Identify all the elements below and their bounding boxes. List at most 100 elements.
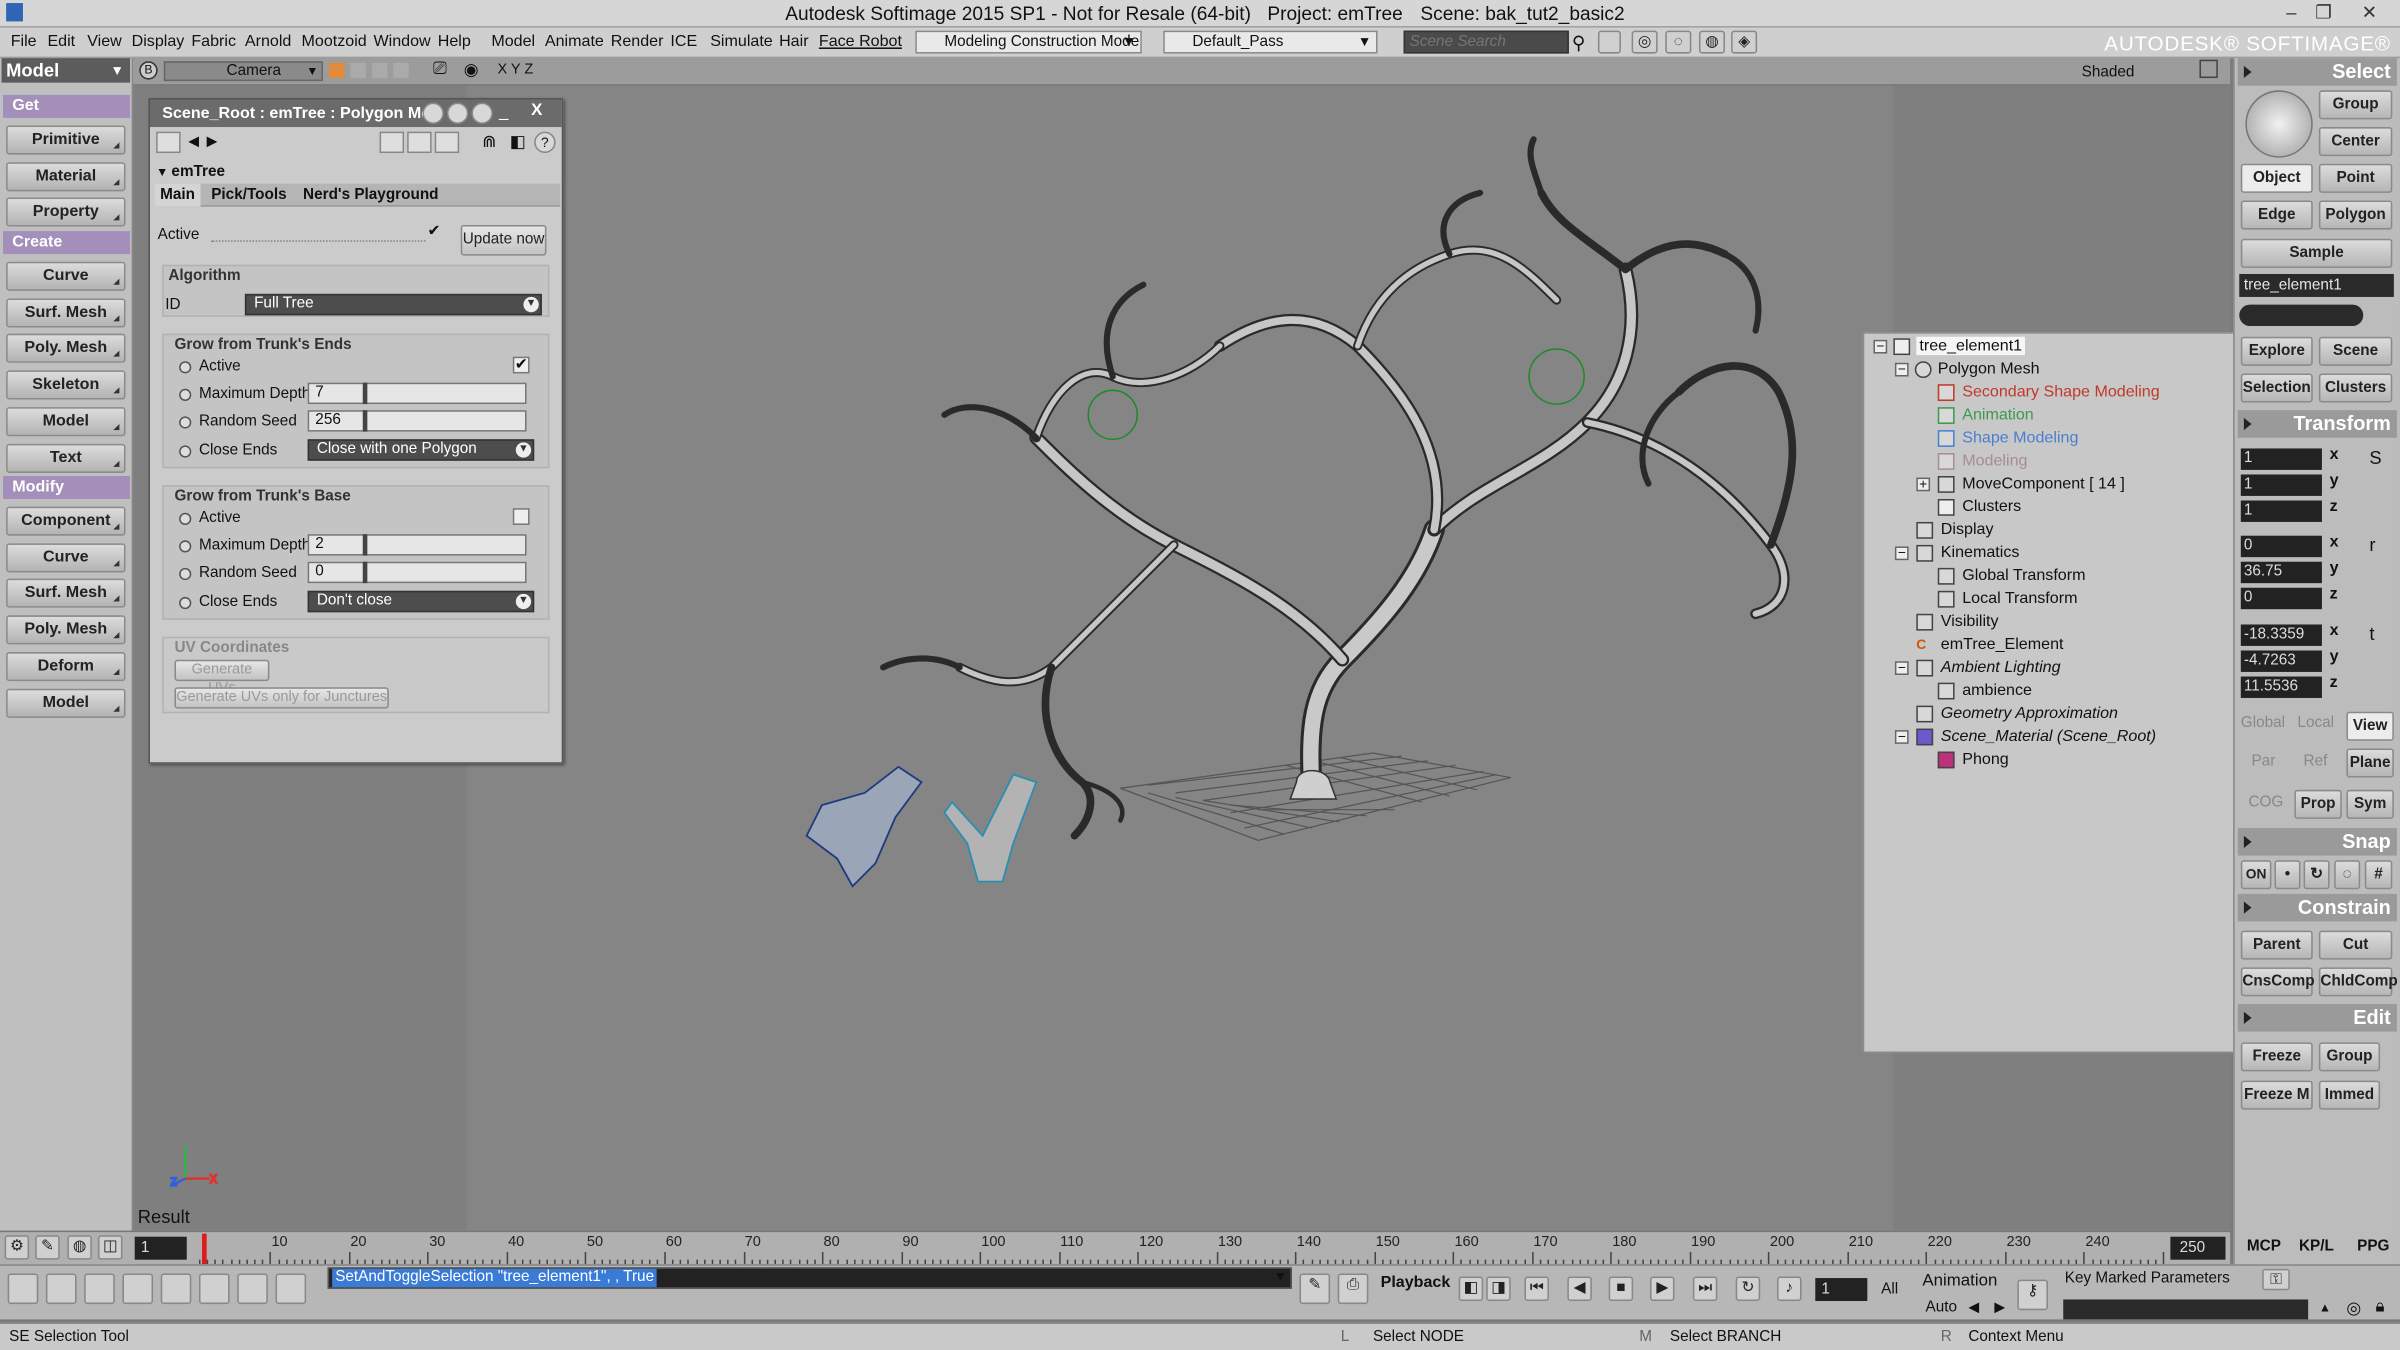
tree-node-label[interactable]: Kinematics	[1941, 543, 2020, 561]
preset-reset-icon[interactable]	[434, 131, 460, 154]
pass-select[interactable]: Default_Pass ▼	[1163, 30, 1378, 54]
tree-node-label[interactable]: MoveComponent [ 14 ]	[1962, 474, 2125, 492]
algorithm-id-select[interactable]: Full Tree ▼	[244, 293, 542, 316]
first-frame-icon[interactable]: ⏮	[1524, 1276, 1549, 1302]
search-options-icon[interactable]	[1597, 30, 1621, 54]
modify-surf-mesh-button[interactable]: Surf. Mesh	[6, 578, 126, 608]
select-arrow-icon[interactable]	[2245, 90, 2313, 158]
menu-hair[interactable]: Hair	[779, 32, 808, 50]
modify-component-button[interactable]: Component	[6, 506, 126, 536]
rotate-y-field[interactable]: 36.75	[2240, 561, 2322, 584]
layout-6-icon[interactable]	[198, 1273, 230, 1305]
trunk-base-max-depth-slider[interactable]: 2	[307, 534, 527, 556]
keying-icon[interactable]: ⋒	[482, 132, 496, 151]
menu-face-robot[interactable]: Face Robot	[819, 32, 902, 50]
layout-7-icon[interactable]	[237, 1273, 268, 1305]
constrain-header[interactable]: Constrain	[2237, 893, 2397, 922]
local-toggle[interactable]: Local	[2297, 715, 2334, 732]
trunk-base-seed-slider[interactable]: 0	[307, 561, 527, 584]
select-polygon-button[interactable]: Polygon	[2318, 200, 2393, 230]
playback-menu[interactable]: Playback	[1381, 1273, 1451, 1291]
lock-keys-icon[interactable]: 🔒︎	[2375, 1298, 2384, 1318]
tree-node-label[interactable]: Local Transform	[1962, 589, 2077, 607]
layout-1-icon[interactable]	[7, 1273, 39, 1305]
collapse-icon[interactable]: −	[1873, 339, 1888, 354]
explore-button[interactable]: Explore	[2240, 336, 2313, 366]
tree-node-label[interactable]: Ambient Lighting	[1941, 658, 2061, 676]
snap-surface-icon[interactable]: ◌	[2334, 860, 2361, 890]
tools-icon[interactable]: ✎	[35, 1235, 60, 1260]
visibility-eye-icon[interactable]: ◉	[464, 60, 479, 79]
animatable-marker-icon[interactable]	[179, 445, 192, 458]
animatable-marker-icon[interactable]	[179, 567, 192, 581]
command-line-text[interactable]: SetAndToggleSelection "tree_element1", ,…	[332, 1268, 658, 1288]
tab-main[interactable]: Main	[154, 183, 201, 207]
camera-select[interactable]: Camera ▼	[163, 61, 323, 82]
memo-cam-4-icon[interactable]	[393, 62, 409, 79]
render-all-icon[interactable]: ◈	[1731, 30, 1758, 54]
create-surf-mesh-button[interactable]: Surf. Mesh	[6, 298, 126, 328]
menu-edit[interactable]: Edit	[47, 32, 75, 50]
tree-node-label[interactable]: Animation	[1962, 406, 2033, 424]
tree-node-label[interactable]: Geometry Approximation	[1941, 704, 2118, 722]
snap-on-toggle[interactable]: ON	[2240, 860, 2272, 890]
rotate-z-field[interactable]: 0	[2240, 587, 2322, 610]
tree-node-label[interactable]: Global Transform	[1962, 566, 2085, 584]
collapse-arrow-icon[interactable]: ▼	[156, 165, 168, 179]
tab-nerds-playground[interactable]: Nerd's Playground	[303, 187, 438, 204]
key-icon[interactable]: ⚷	[2017, 1279, 2048, 1311]
preset-save-icon[interactable]	[407, 131, 432, 154]
forward-arrow-icon[interactable]: ▶	[207, 133, 218, 150]
snapshot-icon[interactable]: ◍	[67, 1235, 92, 1260]
create-skeleton-button[interactable]: Skeleton	[6, 370, 126, 400]
animatable-marker-icon[interactable]	[179, 540, 192, 553]
log-icon[interactable]: ⎙	[1337, 1273, 1369, 1305]
lock-icon[interactable]	[422, 102, 444, 124]
key-marked-parameters-menu[interactable]: Key Marked Parameters	[2065, 1270, 2230, 1287]
animatable-marker-icon[interactable]	[179, 512, 192, 525]
cut-button[interactable]: Cut	[2318, 930, 2393, 960]
animatable-marker-icon[interactable]	[179, 361, 192, 374]
chldcomp-button[interactable]: ChldComp	[2318, 967, 2398, 997]
collapse-icon[interactable]: −	[1894, 729, 1909, 744]
menu-display[interactable]: Display	[132, 32, 185, 50]
layout-2-icon[interactable]	[45, 1273, 77, 1305]
render-pass-icon[interactable]: ◍	[1698, 30, 1725, 54]
close-window-icon[interactable]: ✕	[2354, 2, 2385, 23]
mcp-tab[interactable]: MCP	[2247, 1238, 2281, 1255]
tree-node-label[interactable]: Shape Modeling	[1962, 429, 2078, 447]
scale-y-field[interactable]: 1	[2240, 474, 2322, 496]
tree-node-label[interactable]: tree_element1	[1916, 336, 2026, 356]
menu-help[interactable]: Help	[438, 32, 471, 50]
help-icon[interactable]: ?	[534, 131, 556, 154]
tree-node-label[interactable]: Visibility	[1941, 612, 1999, 630]
prev-frame-icon[interactable]: ◀	[1567, 1276, 1592, 1302]
tree-node-label[interactable]: Display	[1941, 520, 1994, 538]
parent-button[interactable]: Parent	[2240, 930, 2313, 960]
layers-arrow-icon[interactable]: ▲	[2319, 1301, 2331, 1315]
playback-all-toggle[interactable]: All	[1881, 1281, 1898, 1298]
restore-icon[interactable]: ❐	[2308, 2, 2339, 23]
trunk-ends-seed-slider[interactable]: 256	[307, 410, 527, 432]
selection-button[interactable]: Selection	[2240, 373, 2313, 403]
create-text-button[interactable]: Text	[6, 443, 126, 473]
get-header[interactable]: Get	[3, 94, 131, 118]
translate-z-field[interactable]: 11.5536	[2240, 676, 2322, 698]
expand-icon[interactable]: +	[1916, 477, 1931, 492]
memo-cam-3-icon[interactable]	[371, 62, 388, 79]
play-icon[interactable]: ▶	[1649, 1276, 1675, 1302]
layout-3-icon[interactable]	[84, 1273, 115, 1305]
snap-point-icon[interactable]: •	[2274, 860, 2301, 890]
playhead[interactable]	[202, 1233, 207, 1265]
rotate-tool-icon[interactable]: r	[2369, 534, 2375, 555]
construction-mode-select[interactable]: Modeling Construction Mode ▼	[915, 30, 1142, 54]
menu-view[interactable]: View	[87, 32, 122, 50]
primitive-button[interactable]: Primitive	[6, 125, 126, 155]
ppg-tab[interactable]: PPG	[2357, 1238, 2389, 1255]
modify-model-button[interactable]: Model	[6, 688, 126, 718]
trunk-base-close-select[interactable]: Don't close ▼	[307, 590, 535, 613]
tree-node-label[interactable]: Clusters	[1962, 497, 2021, 515]
plane-toggle[interactable]: Plane	[2346, 748, 2394, 778]
command-line[interactable]: SetAndToggleSelection "tree_element1", ,…	[327, 1267, 1292, 1289]
script-editor-icon[interactable]: ✎	[1299, 1273, 1331, 1305]
